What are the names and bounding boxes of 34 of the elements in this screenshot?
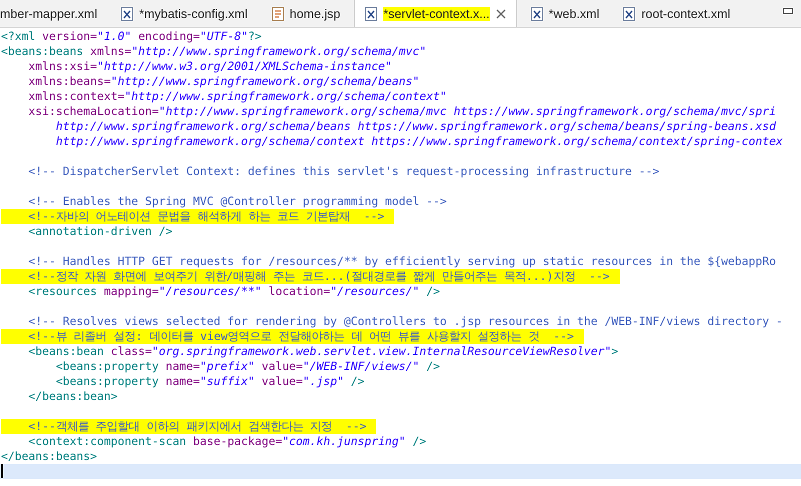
code-line: <context:component-scan base-package="com.kh.junspring" /> [27, 434, 426, 449]
code-line: <!-- DispatcherServlet Context: defines this servlet's request-processing infrastructure --> [27, 164, 660, 179]
code-line: xmlns:xsi="http://www.w3.org/2001/XMLSchema-instance" [27, 59, 392, 74]
minimize-icon[interactable] [783, 8, 793, 14]
code-line: <!-- Resolves views selected for rendering by @Controllers to .jsp resources in the /WEB-INF/views directory - [27, 314, 783, 329]
editor-tab[interactable]: home.jsp [262, 0, 350, 27]
code-line: <beans:property name="suffix" value=".jsp" /> [54, 374, 365, 389]
jsp-file-icon [272, 6, 284, 20]
editor-tab[interactable]: mber-mapper.xml [0, 0, 108, 27]
code-line: <beans:beans xmlns="http://www.springframework.org/schema/mvc" [1, 44, 426, 59]
code-line: http://www.springframework.org/schema/beans https://www.springframework.org/schema/beans/spring-beans.xsd [54, 119, 776, 134]
text-cursor [1, 464, 3, 478]
code-line: </beans:bean> [27, 389, 118, 404]
close-icon[interactable] [496, 8, 506, 18]
editor-tab[interactable]: *web.xml [520, 0, 610, 27]
code-line: <!-- Enables the Spring MVC @Controller programming model --> [27, 194, 447, 209]
xml-file-icon [530, 6, 543, 20]
xml-file-icon [365, 6, 378, 20]
code-line: <annotation-driven /> [27, 224, 172, 239]
editor-tab[interactable]: *mybatis-config.xml [111, 0, 258, 27]
code-line: http://www.springframework.org/schema/context https://www.springframework.org/schema/context/spring-contex [54, 134, 783, 149]
code-line: </beans:beans> [1, 449, 98, 464]
xml-file-icon [121, 6, 134, 20]
code-line: xmlns:beans="http://www.springframework.org/schema/beans" [27, 74, 420, 89]
code-line: <beans:bean class="org.springframework.web.servlet.view.InternalResourceViewResolver"> [27, 344, 618, 359]
code-line: <?xml version="1.0" encoding="UTF-8"?> [1, 29, 262, 44]
editor-tab[interactable]: *servlet-context.x... [354, 0, 517, 27]
editor-tab[interactable]: root-context.xml [613, 0, 740, 27]
code-line: xmlns:context="http://www.springframework.org/schema/context" [27, 89, 447, 104]
code-line: <beans:property name="prefix" value="/WEB-INF/views/" /> [54, 359, 440, 374]
xml-file-icon [623, 6, 636, 20]
code-line: <!-- Handles HTTP GET requests for /resources/** by efficiently serving up static resources in the ${webappRo [27, 254, 776, 269]
code-line: xsi:schemaLocation="http://www.springframework.org/schema/mvc https://www.springframework.org/schema/mvc/spri [27, 104, 776, 119]
code-line: <resources mapping="/resources/**" location="/resources/" /> [27, 284, 440, 299]
